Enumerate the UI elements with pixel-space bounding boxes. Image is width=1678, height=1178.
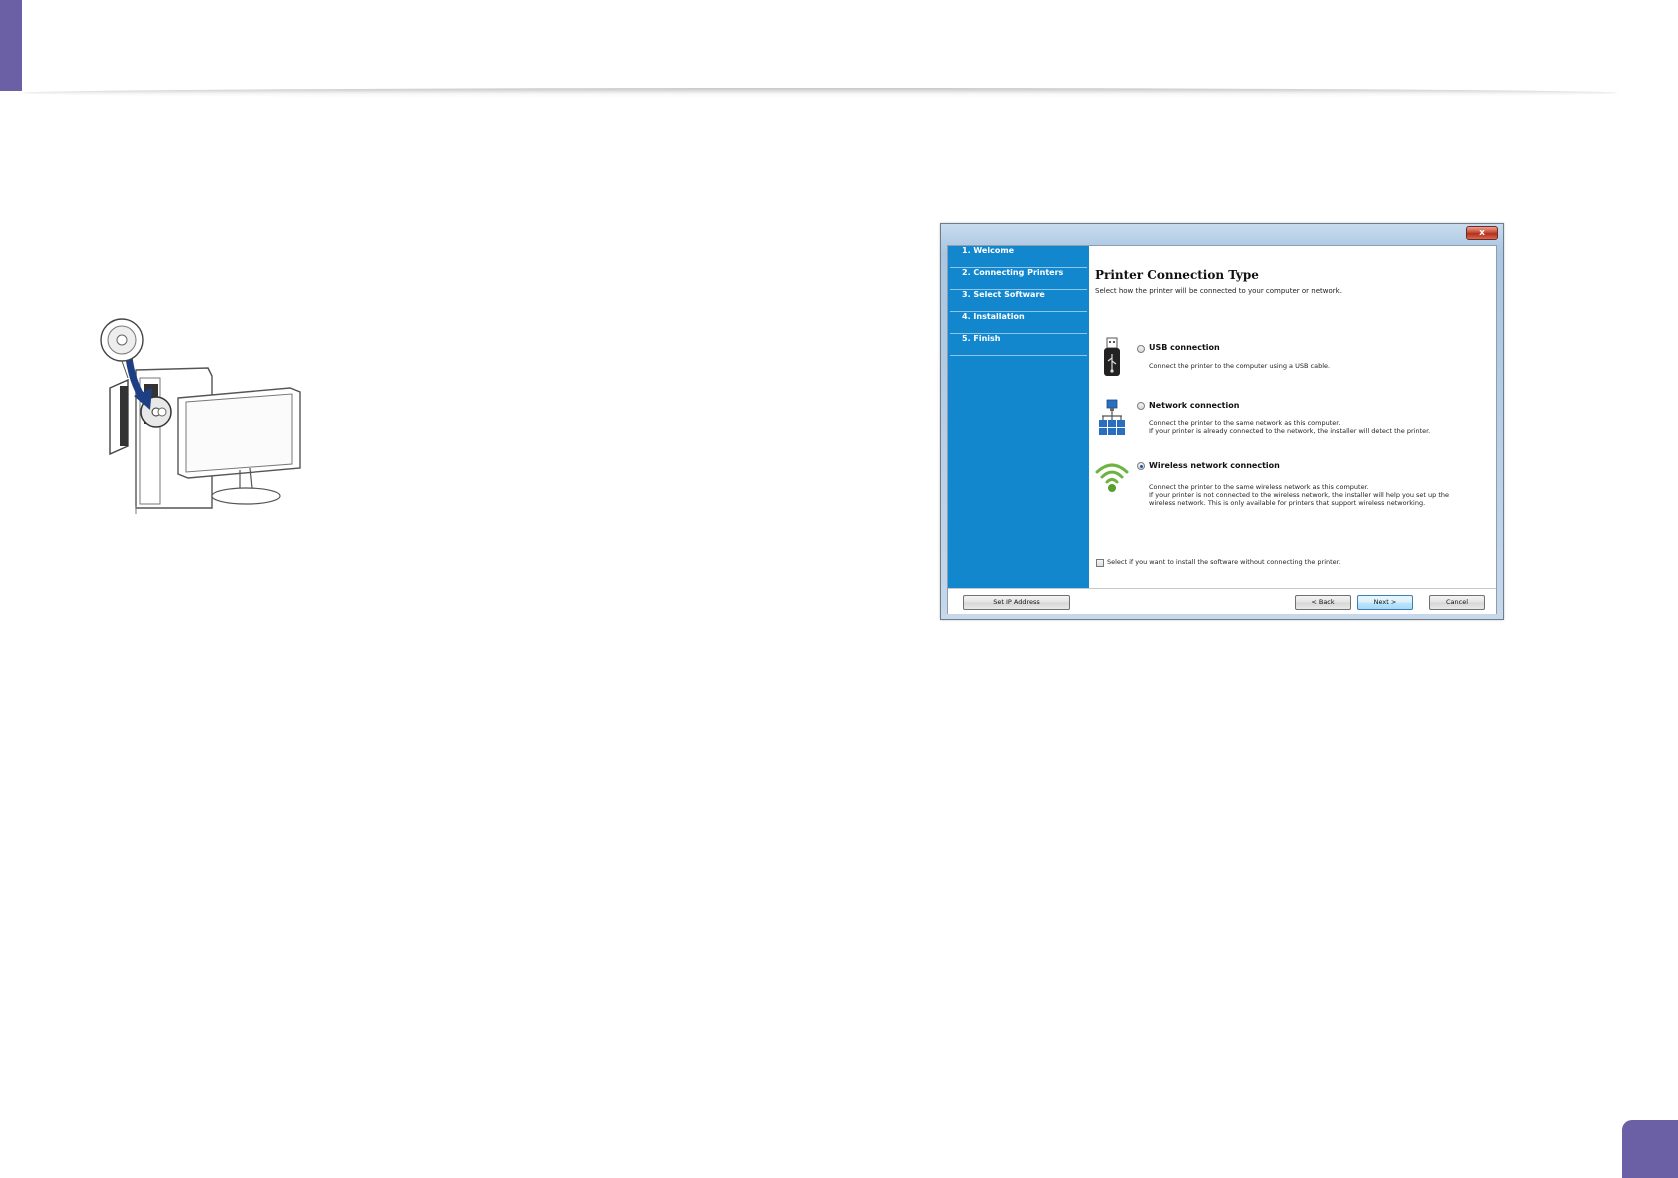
usb-icon [1104, 337, 1120, 376]
cancel-button[interactable]: Cancel [1429, 595, 1485, 610]
step-select-software: 3. Select Software [950, 290, 1087, 312]
installer-dialog: x 1. Welcome 2. Connecting Printers 3. S… [940, 223, 1504, 620]
usb-connection-radio[interactable] [1137, 345, 1145, 353]
page-title: Printer Connection Type [1095, 268, 1259, 282]
back-button[interactable]: < Back [1295, 595, 1351, 610]
close-button[interactable]: x [1466, 226, 1498, 240]
insert-cd-illustration [100, 318, 301, 514]
set-ip-address-button[interactable]: Set IP Address [963, 595, 1070, 610]
step-installation: 4. Installation [950, 312, 1087, 334]
network-connection-label[interactable]: Network connection [1149, 401, 1239, 410]
connection-type-panel: Printer Connection Type Select how the p… [1089, 246, 1496, 588]
header-rule [22, 88, 1618, 98]
wireless-icon [1095, 463, 1129, 492]
network-connection-desc-2: If your printer is already connected to … [1149, 427, 1431, 435]
step-welcome: 1. Welcome [950, 246, 1087, 268]
usb-connection-label[interactable]: USB connection [1149, 343, 1220, 352]
dialog-footer: Set IP Address < Back Next > Cancel [948, 588, 1496, 614]
wireless-connection-label[interactable]: Wireless network connection [1149, 461, 1280, 470]
page-number-tab [1622, 1120, 1678, 1178]
wireless-connection-radio[interactable] [1137, 462, 1145, 470]
network-icon [1099, 399, 1125, 435]
dialog-client-area: 1. Welcome 2. Connecting Printers 3. Sel… [947, 245, 1497, 614]
step-finish: 5. Finish [950, 334, 1087, 356]
dialog-titlebar: x [941, 224, 1503, 244]
network-connection-radio[interactable] [1137, 402, 1145, 410]
step-connecting-printers: 2. Connecting Printers [950, 268, 1087, 290]
usb-connection-desc: Connect the printer to the computer usin… [1149, 362, 1331, 370]
wireless-connection-desc-3: wireless network. This is only available… [1149, 499, 1426, 507]
no-connect-checkbox[interactable] [1096, 559, 1104, 567]
chapter-tab [0, 0, 22, 91]
page-subtitle: Select how the printer will be connected… [1095, 287, 1342, 295]
steps-panel: 1. Welcome 2. Connecting Printers 3. Sel… [948, 246, 1089, 588]
no-connect-checkbox-label[interactable]: Select if you want to install the softwa… [1107, 558, 1341, 566]
next-button[interactable]: Next > [1357, 595, 1413, 610]
